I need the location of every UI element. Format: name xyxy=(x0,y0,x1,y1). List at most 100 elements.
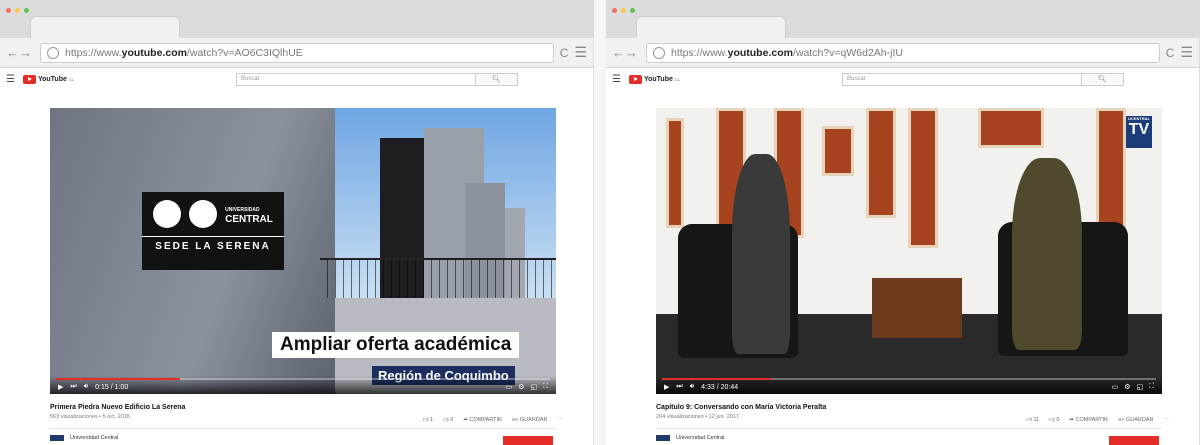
more-icon[interactable]: ⋯ xyxy=(558,417,564,423)
video-title: Primera Piedra Nuevo Edificio La Serena xyxy=(50,404,186,411)
youtube-logo[interactable]: YouTube CL xyxy=(628,74,680,84)
save-label: GUARDAR xyxy=(1125,417,1154,423)
dislike-count: 0 xyxy=(450,417,454,423)
divider xyxy=(50,428,556,429)
subtitles-icon[interactable]: ▭ xyxy=(506,383,513,391)
volume-icon[interactable]: 🔊︎ xyxy=(84,383,88,391)
subtitles-icon[interactable]: ▭ xyxy=(1112,383,1119,391)
fullscreen-icon[interactable]: ⛶ xyxy=(1149,383,1154,391)
play-icon[interactable]: ▶ xyxy=(664,383,669,391)
youtube-header: ☰ YouTube CL Buscar 🔍︎ xyxy=(0,68,593,90)
channel-avatar[interactable] xyxy=(656,435,670,441)
wall-panel xyxy=(666,118,684,228)
search-input[interactable]: Buscar xyxy=(236,72,476,86)
reload-icon[interactable]: C xyxy=(1166,46,1175,60)
menu-icon[interactable]: ☰ xyxy=(574,44,587,61)
like-button[interactable]: 👍︎ 11 xyxy=(1026,417,1039,423)
browser-tab[interactable] xyxy=(30,16,180,38)
video-meta: 563 visualizaciones • 5 oct. 2016 xyxy=(50,414,130,420)
video-actions: 👍︎ 1 👎︎ 0 ➦ COMPARTIR ≡+ GUARDAR ⋯ xyxy=(423,417,563,423)
wall-panel xyxy=(978,108,1044,148)
fullscreen-icon[interactable]: ⛶ xyxy=(543,383,548,391)
share-label: COMPARTIR xyxy=(1075,417,1109,423)
maximize-window-button[interactable] xyxy=(24,8,29,13)
close-window-button[interactable] xyxy=(612,8,617,13)
more-icon[interactable]: ⋯ xyxy=(1164,417,1170,423)
progress-fill xyxy=(56,378,180,380)
settings-icon[interactable]: ⚙ xyxy=(518,383,524,391)
subscribe-button[interactable] xyxy=(503,436,553,445)
channel-avatar[interactable] xyxy=(50,435,64,441)
address-bar: ←→ https://www.youtube.com/watch?v=qW6d2… xyxy=(606,38,1199,68)
save-label: GUARDAR xyxy=(519,417,548,423)
url-path: /watch?v=AO6C3IQlhUE xyxy=(186,46,303,59)
browser-tab[interactable] xyxy=(636,16,786,38)
miniplayer-icon[interactable]: ◱ xyxy=(530,383,537,391)
video-meta: 204 visualizaciones • 12 jun. 2017 xyxy=(656,414,739,420)
share-button[interactable]: ➦ COMPARTIR xyxy=(463,417,502,423)
like-button[interactable]: 👍︎ 1 xyxy=(423,417,433,423)
reload-icon[interactable]: C xyxy=(560,46,569,60)
menu-icon[interactable]: ☰ xyxy=(1180,44,1193,61)
video-title: Capítulo 9: Conversando con María Victor… xyxy=(656,404,827,411)
url-field[interactable]: https://www.youtube.com/watch?v=qW6d2Ah-… xyxy=(646,42,1160,63)
progress-bar[interactable] xyxy=(662,378,1156,380)
wall-panel xyxy=(866,108,896,218)
player-controls: ▶ ⏭ 🔊︎ 0:15 / 1:00 ▭ ⚙ ◱ ⛶ xyxy=(50,376,556,394)
back-forward-icon[interactable]: ←→ xyxy=(6,45,34,60)
search-input[interactable]: Buscar xyxy=(842,72,1082,86)
minimize-window-button[interactable] xyxy=(15,8,20,13)
channel-name[interactable]: Universidad Central xyxy=(70,435,118,441)
divider xyxy=(656,428,1162,429)
sign-brand-line1: UNIVERSIDAD xyxy=(225,206,260,213)
tv-logo-big: TV xyxy=(1128,121,1150,138)
subscribe-button[interactable] xyxy=(1109,436,1159,445)
url-field[interactable]: https://www.youtube.com/watch?v=AO6C3IQl… xyxy=(40,42,554,63)
search-button[interactable]: 🔍︎ xyxy=(1082,72,1124,86)
back-forward-icon[interactable]: ←→ xyxy=(612,45,640,60)
dislike-button[interactable]: 👎︎ 0 xyxy=(1049,417,1059,423)
hamburger-icon[interactable]: ☰ xyxy=(612,74,621,85)
video-player[interactable]: UNIVERSIDAD CENTRAL SEDE LA SERENA Ampli… xyxy=(50,108,556,394)
address-bar: ←→ https://www.youtube.com/watch?v=AO6C3… xyxy=(0,38,593,68)
dislike-button[interactable]: 👎︎ 0 xyxy=(443,417,453,423)
close-window-button[interactable] xyxy=(6,8,11,13)
search-placeholder: Buscar xyxy=(847,76,866,82)
browser-window-left: ←→ https://www.youtube.com/watch?v=AO6C3… xyxy=(0,0,594,445)
overlay-headline: Ampliar oferta académica xyxy=(272,332,520,358)
share-button[interactable]: ➦ COMPARTIR xyxy=(1069,417,1108,423)
time-display: 0:15 / 1:00 xyxy=(95,383,129,391)
emblem-circle-icon xyxy=(189,200,218,228)
logo-text: YouTube xyxy=(643,75,673,83)
play-icon[interactable]: ▶ xyxy=(58,383,63,391)
host-person xyxy=(732,154,790,354)
minimize-window-button[interactable] xyxy=(621,8,626,13)
logo-country: CL xyxy=(674,76,680,82)
browser-window-right: ←→ https://www.youtube.com/watch?v=qW6d2… xyxy=(606,0,1200,445)
save-button[interactable]: ≡+ GUARDAR xyxy=(1118,417,1153,423)
next-icon[interactable]: ⏭ xyxy=(70,383,76,391)
hamburger-icon[interactable]: ☰ xyxy=(6,74,15,85)
dislike-count: 0 xyxy=(1056,417,1060,423)
maximize-window-button[interactable] xyxy=(630,8,635,13)
share-label: COMPARTIR xyxy=(469,417,503,423)
search-placeholder: Buscar xyxy=(241,76,260,82)
url-prefix: https://www. xyxy=(65,46,122,59)
search-button[interactable]: 🔍︎ xyxy=(476,72,518,86)
progress-bar[interactable] xyxy=(56,378,550,380)
volume-icon[interactable]: 🔊︎ xyxy=(690,383,694,391)
channel-name[interactable]: Universidad Central xyxy=(676,435,724,441)
next-icon[interactable]: ⏭ xyxy=(676,383,682,391)
video-actions: 👍︎ 11 👎︎ 0 ➦ COMPARTIR ≡+ GUARDAR ⋯ xyxy=(1026,417,1169,423)
settings-icon[interactable]: ⚙ xyxy=(1124,383,1130,391)
wall-panel xyxy=(1096,108,1126,238)
emblem-icon xyxy=(153,200,182,228)
miniplayer-icon[interactable]: ◱ xyxy=(1136,383,1143,391)
video-player[interactable]: UCENTRAL TV ▶ ⏭ 🔊︎ 4:33 / 20:44 ▭ ⚙ ◱ ⛶ xyxy=(656,108,1162,394)
channel-row: Universidad Central xyxy=(50,435,118,441)
youtube-logo[interactable]: YouTube CL xyxy=(22,74,74,84)
railing xyxy=(320,258,556,298)
url-path: /watch?v=qW6d2Ah-jIU xyxy=(792,46,903,59)
globe-icon xyxy=(47,46,59,59)
save-button[interactable]: ≡+ GUARDAR xyxy=(512,417,547,423)
